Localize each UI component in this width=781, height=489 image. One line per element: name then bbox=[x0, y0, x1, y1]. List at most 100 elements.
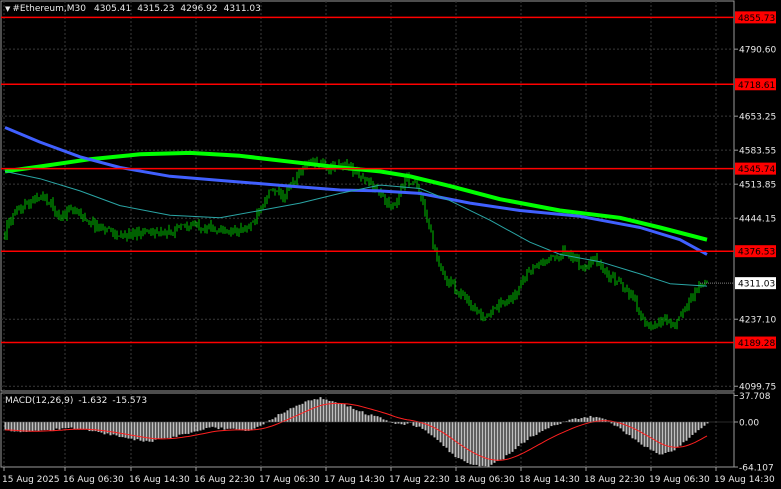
macd-histogram-bar bbox=[166, 422, 169, 438]
open-price: 4305.41 bbox=[93, 4, 132, 14]
time-axis-label: 16 Aug 14:30 bbox=[129, 475, 190, 485]
macd-histogram-bar bbox=[271, 419, 274, 422]
macd-histogram-bar bbox=[313, 399, 316, 422]
macd-histogram-bar bbox=[559, 422, 562, 424]
macd-histogram-bar bbox=[133, 422, 136, 441]
macd-histogram-bar bbox=[655, 422, 658, 454]
chart-canvas[interactable]: 4855.73 4718.61 4545.74 4376.53 4189.28 4790… bbox=[0, 0, 781, 489]
svg-text:4545.74: 4545.74 bbox=[738, 165, 775, 175]
moving-averages bbox=[4, 126, 708, 287]
level-price-label: 4376.53 bbox=[735, 245, 776, 258]
macd-name: MACD(12,26,9) bbox=[5, 396, 74, 406]
macd-histogram-bar bbox=[316, 399, 319, 422]
macd-histogram-bar bbox=[499, 422, 502, 460]
symbol-menu-arrow-icon[interactable]: ▼ bbox=[5, 5, 10, 13]
macd-histogram-bar bbox=[355, 410, 358, 422]
macd-histogram-bar bbox=[142, 422, 145, 442]
macd-histogram-bar bbox=[400, 422, 403, 425]
macd-histogram-bar bbox=[103, 422, 106, 435]
macd-histogram-bar bbox=[622, 422, 625, 432]
macd-histogram-bar bbox=[85, 422, 88, 430]
svg-text:4718.61: 4718.61 bbox=[738, 81, 775, 91]
macd-histogram-bar bbox=[43, 422, 46, 431]
macd-histogram-bar bbox=[514, 422, 517, 450]
macd-histogram-bar bbox=[685, 422, 688, 441]
macd-histogram-bar bbox=[262, 422, 265, 425]
macd-histogram-bar bbox=[181, 422, 184, 435]
macd-histogram-bar bbox=[679, 422, 682, 446]
macd-histogram-bar bbox=[427, 422, 430, 434]
macd-histogram-bar bbox=[46, 422, 49, 430]
macd-histogram-bar bbox=[532, 422, 535, 437]
macd-histogram-bar bbox=[634, 422, 637, 440]
time-axis-label: 17 Aug 14:30 bbox=[324, 475, 385, 485]
ma-slow-line bbox=[4, 126, 708, 256]
macd-histogram-bar bbox=[535, 422, 538, 435]
macd-histogram-bar bbox=[673, 422, 676, 451]
macd-histogram-bar bbox=[169, 422, 172, 439]
macd-axis-label: 0.00 bbox=[739, 419, 759, 429]
macd-histogram-bar bbox=[502, 422, 505, 460]
macd-histogram-bar bbox=[385, 420, 388, 422]
macd-histogram-bar bbox=[238, 422, 241, 430]
macd-histogram-bar bbox=[631, 422, 634, 439]
macd-histogram-bar bbox=[37, 422, 40, 431]
macd-histogram-bar bbox=[76, 422, 79, 430]
macd-histogram-bar bbox=[358, 411, 361, 422]
macd-histogram-bar bbox=[40, 422, 43, 431]
macd-histogram-bar bbox=[139, 422, 142, 441]
time-axis-label: 16 Aug 06:30 bbox=[63, 475, 124, 485]
macd-histogram-bar bbox=[7, 422, 10, 431]
macd-histogram-bar bbox=[439, 422, 442, 443]
macd-histogram-bar bbox=[115, 422, 118, 436]
macd-histogram-bar bbox=[229, 422, 232, 429]
macd-histogram-bar bbox=[4, 422, 7, 430]
current-price-label: 4311.03 bbox=[735, 277, 776, 290]
macd-histogram-bar bbox=[214, 422, 217, 428]
macd-histogram-bar bbox=[550, 422, 553, 427]
macd-histogram-bar bbox=[367, 415, 370, 422]
macd-histogram-bar bbox=[529, 422, 532, 437]
macd-histogram-bar bbox=[322, 399, 325, 422]
macd-histogram-bar bbox=[331, 401, 334, 422]
horizontal-levels[interactable]: 4855.73 4718.61 4545.74 4376.53 4189.28 bbox=[1, 11, 776, 349]
macd-histogram-bar bbox=[184, 422, 187, 434]
level-price-label: 4718.61 bbox=[735, 78, 776, 91]
macd-histogram-bar bbox=[241, 422, 244, 431]
macd-histogram-bar bbox=[361, 411, 364, 422]
macd-histogram-bar bbox=[64, 422, 67, 429]
time-axis-label: 19 Aug 06:30 bbox=[649, 475, 710, 485]
macd-histogram-bar bbox=[664, 422, 667, 453]
macd-histogram-bar bbox=[79, 422, 82, 430]
main-window-border bbox=[0, 0, 735, 392]
macd-histogram-bar bbox=[544, 422, 547, 430]
svg-text:4376.53: 4376.53 bbox=[738, 248, 775, 258]
macd-histogram-bar bbox=[127, 422, 130, 439]
macd-histogram-bar bbox=[325, 399, 328, 422]
macd-histogram-bar bbox=[52, 422, 55, 431]
macd-histogram-bar bbox=[193, 422, 196, 432]
macd-histogram-bar bbox=[226, 422, 229, 429]
macd-histogram-bar bbox=[199, 422, 202, 431]
macd-histogram-bar bbox=[253, 422, 256, 429]
macd-histogram-bar bbox=[580, 418, 583, 422]
macd-histogram-bar bbox=[121, 422, 124, 438]
macd-value-2: -15.573 bbox=[112, 396, 148, 406]
macd-histogram-bar bbox=[454, 422, 457, 458]
macd-histogram-bar bbox=[49, 422, 52, 431]
macd-histogram-bar bbox=[73, 422, 76, 430]
macd-label: MACD(12,26,9) -1.632 -15.573 bbox=[5, 396, 152, 406]
macd-histogram-bar bbox=[172, 422, 175, 437]
macd-histogram-bar bbox=[187, 422, 190, 434]
macd-histogram-bar bbox=[352, 408, 355, 422]
macd-histogram-bar bbox=[442, 422, 445, 447]
time-axis-label: 16 Aug 22:30 bbox=[194, 475, 255, 485]
macd-histogram-bar bbox=[220, 422, 223, 428]
macd-histogram-bar bbox=[379, 417, 382, 422]
macd-histogram-bar bbox=[292, 407, 295, 422]
price-axis-label: 4583.55 bbox=[739, 147, 776, 157]
macd-histogram-bar bbox=[694, 422, 697, 433]
macd-histogram-bar bbox=[268, 420, 271, 422]
macd-histogram-bar bbox=[487, 422, 490, 467]
chart-header: ▼ #Ethereum,M30 4305.41 4315.23 4296.92 … bbox=[5, 3, 265, 15]
